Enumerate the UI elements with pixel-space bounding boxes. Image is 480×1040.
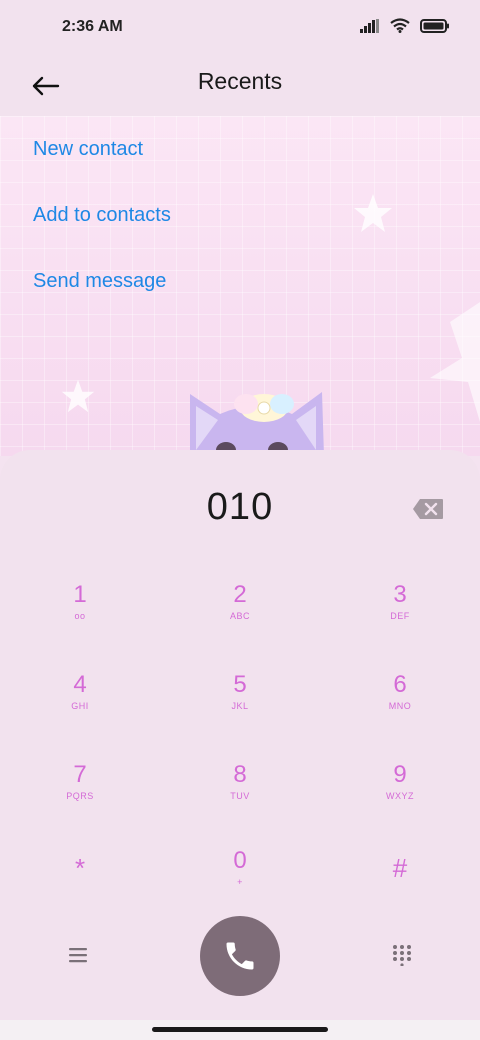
key-3[interactable]: 3 DEF — [340, 582, 460, 652]
signal-icon — [360, 18, 379, 33]
star-decoration — [354, 194, 392, 232]
backspace-button[interactable] — [412, 498, 444, 520]
key-digit: * — [74, 853, 86, 883]
star-decoration — [430, 302, 480, 422]
key-digit: 2 — [233, 581, 247, 608]
key-7[interactable]: 7 PQRS — [20, 762, 140, 832]
menu-button[interactable] — [66, 944, 90, 966]
status-icons — [360, 18, 450, 33]
header: Recents — [0, 56, 480, 116]
voicemail-icon: oo — [74, 611, 86, 621]
key-letters: DEF — [390, 611, 410, 621]
dialpad-grid-icon — [393, 945, 411, 967]
key-letters: + — [237, 877, 243, 887]
hamburger-menu-icon — [69, 948, 87, 963]
key-5[interactable]: 5 JKL — [180, 672, 300, 742]
status-bar: 2:36 AM — [0, 0, 480, 56]
new-contact-link[interactable]: New contact — [33, 138, 143, 161]
key-2[interactable]: 2 ABC — [180, 582, 300, 652]
key-digit: # — [392, 853, 408, 883]
send-message-link[interactable]: Send message — [33, 270, 166, 293]
backspace-icon — [413, 499, 443, 519]
key-8[interactable]: 8 TUV — [180, 762, 300, 832]
key-star[interactable]: * — [20, 848, 140, 918]
wallpaper-area: New contact Add to contacts Send message — [0, 116, 480, 456]
key-letters: PQRS — [66, 791, 94, 801]
cat-mascot-image — [190, 392, 324, 456]
key-letters: ABC — [229, 611, 250, 621]
key-letters: TUV — [230, 791, 250, 801]
key-9[interactable]: 9 WXYZ — [340, 762, 460, 832]
key-letters: WXYZ — [386, 791, 414, 801]
dialpad-panel: 010 1 oo 2 ABC 3 DEF 4 GHI 5 JKL 6 MNO 7… — [0, 450, 480, 1020]
call-button[interactable] — [200, 916, 280, 996]
key-1[interactable]: 1 oo — [20, 582, 140, 652]
status-time: 2:36 AM — [62, 18, 123, 35]
add-to-contacts-link[interactable]: Add to contacts — [33, 204, 171, 227]
key-digit: 5 — [233, 671, 247, 698]
key-digit: 3 — [393, 581, 407, 608]
key-digit: 0 — [233, 847, 247, 874]
page-title: Recents — [197, 68, 283, 94]
key-digit: 9 — [393, 761, 407, 788]
dialed-number[interactable]: 010 — [0, 486, 480, 529]
key-digit: 8 — [233, 761, 247, 788]
phone-icon — [226, 942, 254, 970]
star-decoration — [61, 379, 95, 413]
dialpad-toggle-button[interactable] — [392, 944, 412, 967]
key-letters: GHI — [71, 701, 89, 711]
battery-icon — [420, 18, 449, 33]
key-letters: MNO — [388, 701, 412, 711]
key-digit: 6 — [393, 671, 407, 698]
key-0[interactable]: 0 + — [180, 848, 300, 918]
key-digit: 1 — [73, 581, 87, 608]
key-hash[interactable]: # — [340, 848, 460, 918]
key-letters: JKL — [231, 701, 249, 711]
home-indicator[interactable] — [152, 1027, 328, 1032]
key-digit: 7 — [73, 761, 87, 788]
key-digit: 4 — [73, 671, 87, 698]
wifi-icon — [390, 18, 410, 33]
key-6[interactable]: 6 MNO — [340, 672, 460, 742]
key-4[interactable]: 4 GHI — [20, 672, 140, 742]
